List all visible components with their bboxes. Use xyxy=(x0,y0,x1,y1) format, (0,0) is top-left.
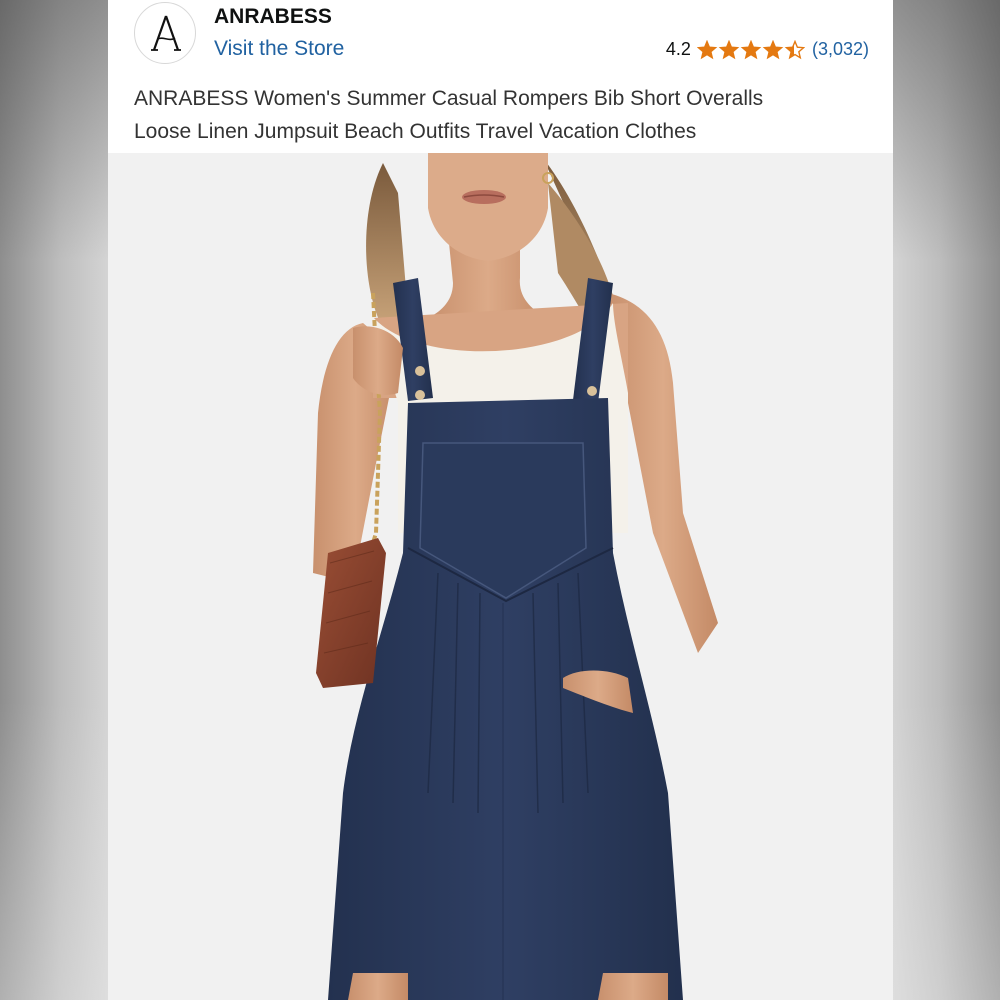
button-left-1 xyxy=(415,366,425,376)
product-photo-illustration xyxy=(313,153,718,1000)
product-title-line-1: ANRABESS Women's Summer Casual Rompers B… xyxy=(134,87,764,110)
brand-name: ANRABESS xyxy=(214,5,332,28)
visit-store-link[interactable]: Visit the Store xyxy=(214,37,344,61)
rating-value: 4.2 xyxy=(665,39,691,59)
star-rating xyxy=(696,39,805,60)
face xyxy=(428,153,548,261)
product-card: ANRABESS Visit the Store 4.2 (3,032) ANR… xyxy=(108,0,893,1000)
lips xyxy=(462,190,506,204)
brand-logo[interactable] xyxy=(134,2,196,64)
product-header: ANRABESS Visit the Store 4.2 (3,032) ANR… xyxy=(108,0,893,153)
button-right xyxy=(587,386,597,396)
rating-summary[interactable]: 4.2 (3,032) xyxy=(666,39,869,60)
product-image[interactable] xyxy=(108,153,893,1000)
star-icons xyxy=(696,39,805,59)
button-left-2 xyxy=(415,390,425,400)
rating-count-link[interactable]: (3,032) xyxy=(812,39,869,60)
brand-logo-icon xyxy=(151,15,181,51)
product-title-line-2: Loose Linen Jumpsuit Beach Outfits Trave… xyxy=(134,120,697,143)
product-title: ANRABESS Women's Summer Casual Rompers B… xyxy=(134,82,874,148)
